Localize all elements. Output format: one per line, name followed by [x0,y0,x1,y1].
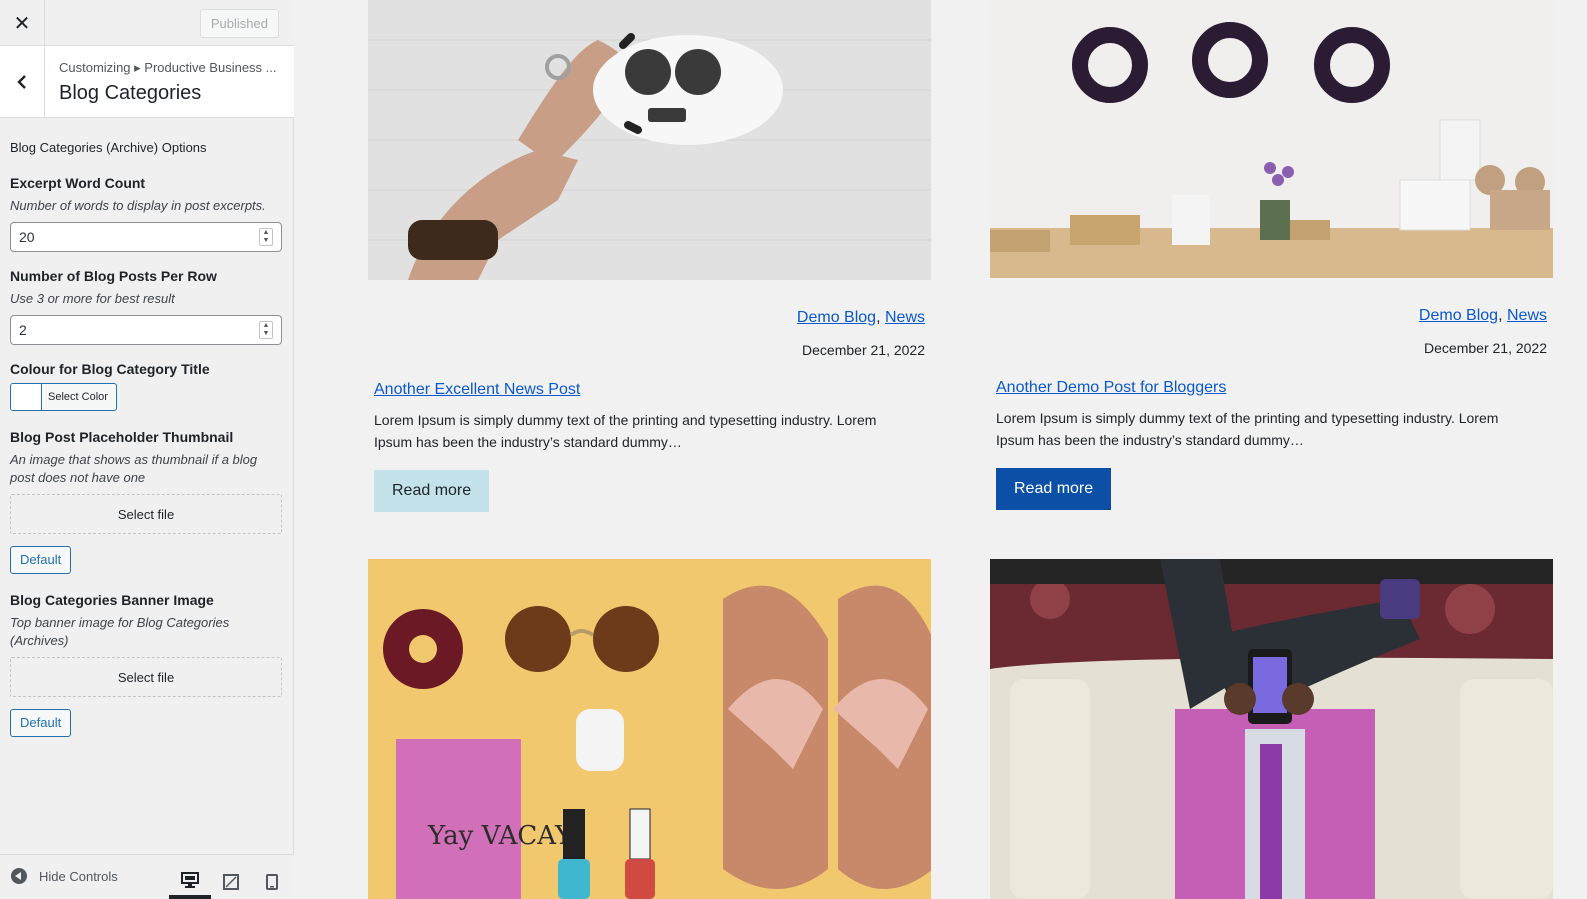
category-separator: , [1498,307,1503,324]
control-title: Excerpt Word Count [10,175,146,191]
blog-post-card [990,559,1553,899]
posts-per-row-field[interactable]: ▲▼ [10,315,282,345]
blog-post-card: Demo Blog, News December 21, 2022 Anothe… [990,0,1553,510]
control-description: An image that shows as thumbnail if a bl… [10,452,258,485]
close-icon[interactable]: ✕ [0,0,45,46]
read-more-button[interactable]: Read more [996,468,1112,510]
select-file-button[interactable]: Select file [10,494,282,534]
default-button[interactable]: Default [10,546,72,574]
post-excerpt: Lorem Ipsum is simply dummy text of the … [374,412,877,450]
section-title: Blog Categories [59,82,202,104]
tablet-icon[interactable] [210,865,252,899]
excerpt-word-count-control: Excerpt Word Count Number of words to di… [10,175,282,252]
color-swatch [11,384,42,410]
notebook-text-vacay: Yay VACAY [427,821,573,851]
post-categories: Demo Blog, News [368,309,931,327]
post-title-link[interactable]: Another Excellent News Post [374,381,580,398]
customizer-footer: Hide Controls [0,854,294,899]
post-date: December 21, 2022 [1424,340,1547,356]
category-separator: , [876,309,881,326]
number-spinner-icon[interactable]: ▲ ▼ [259,321,273,339]
options-heading: Blog Categories (Archive) Options [10,140,207,155]
blog-post-card: Yay VACAY [368,559,931,899]
default-button[interactable]: Default [10,709,72,737]
control-title: Blog Categories Banner Image [10,592,214,608]
category-link[interactable]: News [885,309,925,326]
post-thumbnail[interactable]: Yay VACAY [368,559,931,899]
post-excerpt: Lorem Ipsum is simply dummy text of the … [996,410,1499,448]
title-colour-control: Colour for Blog Category Title Select Co… [10,361,282,411]
banner-image-control: Blog Categories Banner Image Top banner … [10,592,282,737]
controls-panel: Blog Categories (Archive) Options Excerp… [10,140,282,753]
publish-button[interactable]: Published [199,9,279,38]
breadcrumb: Customizing ▸ Productive Business ... [59,60,277,75]
posts-per-row-input[interactable] [11,316,241,344]
post-date: December 21, 2022 [802,342,925,358]
post-title-link[interactable]: Another Demo Post for Bloggers [996,379,1226,396]
select-file-button[interactable]: Select file [10,657,282,697]
placeholder-thumbnail-control: Blog Post Placeholder Thumbnail An image… [10,429,282,574]
chevron-left-icon [17,75,26,89]
hide-controls-label: Hide Controls [39,868,118,884]
customizer-sidebar: ✕ Published Customizing ▸ Productive Bus… [0,0,294,899]
select-color-button[interactable]: Select Color [10,383,117,411]
posts-per-row-control: Number of Blog Posts Per Row Use 3 or mo… [10,268,282,345]
excerpt-word-count-input[interactable] [11,223,241,251]
post-title: Another Excellent News Post [368,381,931,399]
desktop-icon[interactable] [169,865,211,899]
control-description: Top banner image for Blog Categories (Ar… [10,615,230,648]
number-spinner-icon[interactable]: ▲ ▼ [259,228,273,246]
control-title: Number of Blog Posts Per Row [10,268,217,284]
control-title: Colour for Blog Category Title [10,361,210,377]
read-more-button[interactable]: Read more [374,470,490,512]
category-link[interactable]: News [1507,307,1547,324]
site-preview: Demo Blog, News December 21, 2022 Anothe… [295,0,1587,899]
category-link[interactable]: Demo Blog [797,309,876,326]
blog-post-card: Demo Blog, News December 21, 2022 Anothe… [368,0,931,512]
section-header: Customizing ▸ Productive Business ... Bl… [0,46,294,118]
excerpt-word-count-field[interactable]: ▲▼ [10,222,282,252]
back-button[interactable] [0,46,45,118]
post-categories: Demo Blog, News [990,307,1553,325]
post-title: Another Demo Post for Bloggers [990,379,1553,397]
category-link[interactable]: Demo Blog [1419,307,1498,324]
post-thumbnail[interactable] [990,559,1553,899]
post-thumbnail[interactable] [368,0,931,280]
collapse-arrow-icon [11,868,27,884]
control-title: Blog Post Placeholder Thumbnail [10,429,234,445]
control-description: Use 3 or more for best result [10,291,175,306]
mobile-icon[interactable] [251,865,293,899]
control-description: Number of words to display in post excer… [10,198,266,213]
hide-controls-button[interactable]: Hide Controls [11,868,118,884]
customizer-topbar: ✕ Published [0,0,294,46]
post-thumbnail[interactable] [990,0,1553,278]
select-color-label: Select Color [48,391,108,403]
